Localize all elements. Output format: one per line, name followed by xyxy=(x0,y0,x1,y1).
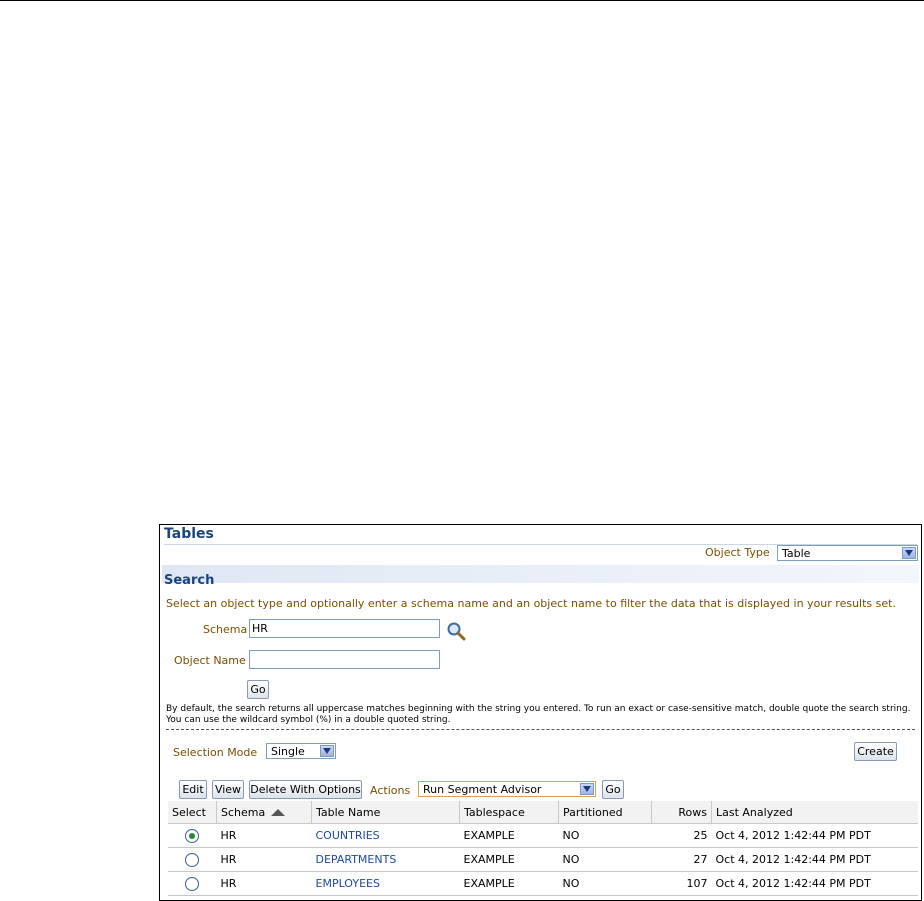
col-partitioned-header[interactable]: Partitioned xyxy=(558,801,652,824)
actions-label: Actions xyxy=(370,784,411,797)
table-name-link[interactable]: EMPLOYEES xyxy=(311,871,460,896)
actions-go-button[interactable]: Go xyxy=(602,780,624,799)
actions-select-value: Run Segment Advisor xyxy=(423,783,542,796)
col-tablespace-header[interactable]: Tablespace xyxy=(459,801,559,824)
selection-mode-select[interactable]: Single xyxy=(266,743,336,759)
col-table-name-header[interactable]: Table Name xyxy=(311,801,460,824)
object-type-select[interactable]: Table xyxy=(777,545,918,561)
col-rows-header[interactable]: Rows xyxy=(651,801,712,824)
top-rule xyxy=(0,0,924,1)
tables-panel: Tables Object Type Table Search Select a… xyxy=(159,524,922,901)
schema-cell: HR xyxy=(216,847,312,872)
schema-cell: HR xyxy=(216,871,312,896)
table-name-link[interactable]: COUNTRIES xyxy=(311,823,460,848)
last-analyzed-cell: Oct 4, 2012 1:42:44 PM PDT xyxy=(711,847,918,872)
chevron-down-icon[interactable] xyxy=(902,547,916,559)
row-select-cell[interactable] xyxy=(168,847,217,872)
table-row: HR COUNTRIES EXAMPLE NO 25 Oct 4, 2012 1… xyxy=(168,823,918,848)
rows-cell: 107 xyxy=(651,871,712,896)
row-select-cell[interactable] xyxy=(168,823,217,848)
table-row: HR DEPARTMENTS EXAMPLE NO 27 Oct 4, 2012… xyxy=(168,847,918,872)
create-button[interactable]: Create xyxy=(854,742,897,761)
search-title: Search xyxy=(164,573,215,588)
schema-input-value: HR xyxy=(252,622,268,635)
chevron-down-icon[interactable] xyxy=(580,783,594,795)
col-last-analyzed-header[interactable]: Last Analyzed xyxy=(711,801,918,824)
search-header-band xyxy=(162,565,919,583)
table-row: HR EMPLOYEES EXAMPLE NO 107 Oct 4, 2012 … xyxy=(168,871,918,896)
row-radio[interactable] xyxy=(185,876,200,891)
partitioned-cell: NO xyxy=(558,823,652,848)
object-name-input[interactable] xyxy=(249,650,440,669)
results-table: Select Schema Table Name Tablespace Part… xyxy=(168,801,918,896)
search-note-line-2: You can use the wildcard symbol (%) in a… xyxy=(166,715,451,725)
col-schema-header[interactable]: Schema xyxy=(216,801,312,824)
schema-label: Schema xyxy=(203,623,248,636)
search-go-button[interactable]: Go xyxy=(247,680,269,699)
schema-cell: HR xyxy=(216,823,312,848)
view-button[interactable]: View xyxy=(212,780,244,799)
search-divider xyxy=(166,729,915,730)
row-radio[interactable] xyxy=(185,852,200,867)
col-select-header: Select xyxy=(168,801,217,824)
actions-select[interactable]: Run Segment Advisor xyxy=(418,781,596,797)
selection-mode-value: Single xyxy=(271,745,305,758)
object-name-label: Object Name xyxy=(174,654,246,667)
page-title: Tables xyxy=(164,526,214,542)
table-name-link[interactable]: DEPARTMENTS xyxy=(311,847,460,872)
last-analyzed-cell: Oct 4, 2012 1:42:44 PM PDT xyxy=(711,823,918,848)
search-note-line-1: By default, the search returns all upper… xyxy=(166,704,911,714)
search-icon[interactable] xyxy=(446,621,466,641)
tablespace-cell: EXAMPLE xyxy=(459,871,559,896)
rows-cell: 27 xyxy=(651,847,712,872)
last-analyzed-cell: Oct 4, 2012 1:42:44 PM PDT xyxy=(711,871,918,896)
chevron-down-icon[interactable] xyxy=(320,745,334,757)
table-header-row: Select Schema Table Name Tablespace Part… xyxy=(168,801,918,824)
row-radio-selected[interactable] xyxy=(185,828,200,843)
row-select-cell[interactable] xyxy=(168,871,217,896)
tablespace-cell: EXAMPLE xyxy=(459,823,559,848)
col-schema-label: Schema xyxy=(221,805,266,819)
object-type-value: Table xyxy=(782,547,811,560)
rows-cell: 25 xyxy=(651,823,712,848)
tablespace-cell: EXAMPLE xyxy=(459,847,559,872)
search-description: Select an object type and optionally ent… xyxy=(166,597,896,610)
selection-mode-label: Selection Mode xyxy=(173,746,258,759)
partitioned-cell: NO xyxy=(558,847,652,872)
sort-ascending-icon[interactable] xyxy=(271,809,286,816)
schema-input[interactable]: HR xyxy=(249,619,440,638)
partitioned-cell: NO xyxy=(558,871,652,896)
edit-button[interactable]: Edit xyxy=(179,780,207,799)
delete-with-options-button[interactable]: Delete With Options xyxy=(249,780,362,799)
object-type-label: Object Type xyxy=(705,546,770,559)
